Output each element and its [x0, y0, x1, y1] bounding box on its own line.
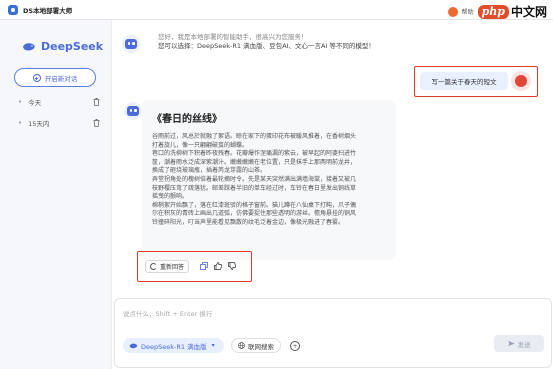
- user-icon[interactable]: [447, 6, 458, 17]
- regenerate-button[interactable]: 重新回答: [145, 260, 189, 273]
- plus-circle-icon: [32, 73, 41, 82]
- greeting-line-1: 您好，我是本地部署的智能助手，很高兴为您服务！: [158, 33, 308, 41]
- attachment-icon[interactable]: +: [290, 341, 300, 351]
- window-title: DS本地部署大师: [23, 6, 73, 15]
- answer-line: 尔在积灰的青砖上画出几道弧，仿佛要捉住那些透明的游丝。檐角悬挂的铜风: [152, 210, 357, 218]
- copy-icon[interactable]: [200, 262, 208, 270]
- refresh-icon: [149, 263, 157, 270]
- answer-line: 枝野樱压弯了疏落犹。邮差踩着半旧的单车经过时，车铃在春日里发出铜线草: [152, 184, 357, 192]
- thumbs-up-icon[interactable]: [214, 262, 222, 270]
- bullet: •: [18, 119, 23, 127]
- php-logo: php: [477, 4, 509, 19]
- whale-logo-icon: [129, 343, 138, 348]
- title-bar: DS本地部署大师 帮助 php 中文网: [0, 0, 553, 20]
- web-search-toggle[interactable]: 联网搜索: [231, 338, 281, 353]
- history-label: 今天: [28, 99, 42, 107]
- user-avatar: [511, 71, 531, 91]
- model-selector[interactable]: DeepSeek-R1 满血版 ▾: [123, 338, 224, 353]
- robot-icon: [127, 106, 139, 116]
- chat-main: 您好，我是本地部署的智能助手，很高兴为您服务！ 您可以选择：DeepSeek-R…: [112, 20, 553, 369]
- answer-line: 弄堂拐角处的槐树倍着最轮摘时令。先是某天突然满出满墙海棠，接着又被几: [152, 175, 357, 183]
- user-message-text: 写一篇关于春天的短文: [431, 78, 497, 86]
- send-button[interactable]: 发送: [494, 335, 544, 352]
- history-item-15days[interactable]: • 15天内: [18, 117, 100, 129]
- brand-name: DeepSeek: [41, 40, 104, 53]
- regenerate-label: 重新回答: [159, 264, 184, 271]
- answer-line: 换成了砸烧玻璃瓶，插着芮龙芽露的山茶。: [152, 167, 267, 175]
- title-right-area: 帮助 php 中文网: [447, 3, 547, 20]
- model-label: DeepSeek-R1 满血版: [141, 342, 207, 351]
- greeting-message: 您好，我是本地部署的智能助手，很高兴为您服务！ 您可以选择：DeepSeek-R…: [158, 32, 488, 51]
- app-icon: [8, 4, 18, 15]
- trash-icon[interactable]: [93, 119, 100, 127]
- send-icon: [507, 340, 515, 347]
- php-logo-text: 中文网: [510, 5, 547, 19]
- history-item-today[interactable]: • 今天: [18, 96, 100, 108]
- sidebar: DeepSeek 开启新对话 • 今天 • 15天内: [0, 20, 112, 369]
- bullet: •: [18, 98, 23, 106]
- message-composer[interactable]: 说点什么，Shift + Enter 换行 DeepSeek-R1 满血版 ▾ …: [114, 298, 552, 368]
- new-chat-label: 开启新对话: [44, 74, 78, 83]
- thumbs-down-icon[interactable]: [228, 262, 236, 270]
- user-message-highlight: 写一篇关于春天的短文: [414, 66, 538, 97]
- greeting-line-2: 您可以选择：DeepSeek-R1 满血版、豆包AI、文心一言AI 等不同的模型…: [158, 42, 375, 50]
- robot-icon: [125, 39, 137, 49]
- answer-actions-highlight: 重新回答: [137, 251, 252, 282]
- assistant-avatar: [124, 102, 142, 120]
- chevron-down-icon: ▾: [211, 342, 215, 349]
- trash-icon[interactable]: [93, 98, 100, 106]
- assistant-answer: 《春日的丝线》 谷雨前过，风总於就融了絮语。晾在家下的蛋印花布被暖风推着，在香树…: [142, 100, 396, 260]
- web-search-label: 联网搜索: [248, 342, 274, 351]
- help-link[interactable]: 帮助: [462, 7, 474, 16]
- brand: DeepSeek: [22, 40, 103, 53]
- assistant-avatar: [122, 35, 140, 53]
- new-chat-button[interactable]: 开启新对话: [14, 68, 96, 87]
- globe-icon: [238, 342, 245, 349]
- message-input[interactable]: 说点什么，Shift + Enter 换行: [123, 308, 212, 318]
- answer-title: 《春日的丝线》: [152, 114, 222, 125]
- answer-line: 摇曳的颤响。: [152, 193, 189, 201]
- answer-line: 铃撞碎阳光，叮当声里能看见飘散的纹毛泛着金边，像极光融进了春雾。: [152, 218, 345, 226]
- answer-line: 巷口的洗柳树下积着昨夜残春。花瓣爆作涅痛漏的紫云，被早起的阿婆扫进竹: [152, 150, 357, 158]
- history-label: 15天内: [28, 120, 50, 128]
- whale-logo-icon: [23, 42, 35, 50]
- answer-line: 谷雨前过，风总於就融了絮语。晾在家下的蛋印花布被暖风推着，在香树烟头: [152, 133, 357, 140]
- send-label: 发送: [517, 340, 531, 349]
- answer-line: 打着旋儿，像一只翩翩破茧的蝴蝶。: [152, 141, 249, 149]
- user-message-bubble: 写一篇关于春天的短文: [420, 72, 508, 90]
